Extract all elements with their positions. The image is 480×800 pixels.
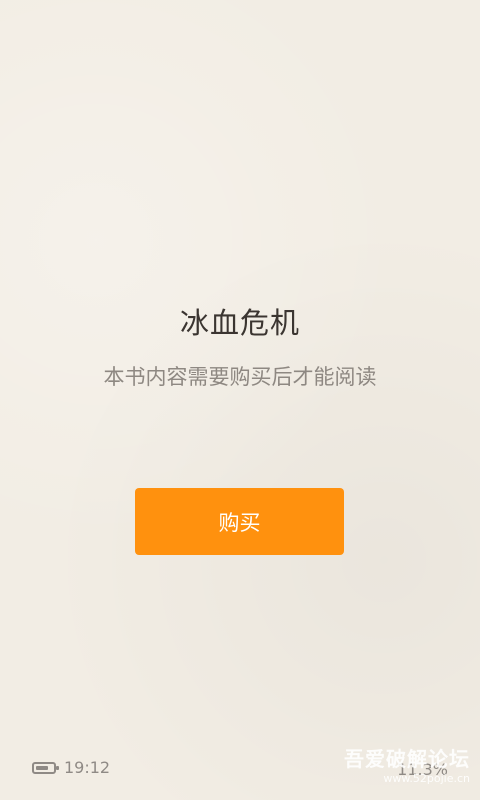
book-title: 冰血危机 <box>179 306 300 340</box>
buy-button[interactable]: 购买 <box>135 488 344 555</box>
status-bar: 19:12 <box>32 758 110 777</box>
watermark-line2: www.52pojie.cn <box>383 772 470 785</box>
clock-time: 19:12 <box>64 758 111 777</box>
watermark-line1: 吾爱破解论坛 <box>344 747 470 771</box>
purchase-required-message: 本书内容需要购买后才能阅读 <box>103 365 377 389</box>
watermark: 吾爱破解论坛 www.52pojie.cn <box>344 749 470 784</box>
paper-background <box>0 0 480 800</box>
battery-icon <box>32 761 59 774</box>
battery-fill <box>36 765 48 770</box>
